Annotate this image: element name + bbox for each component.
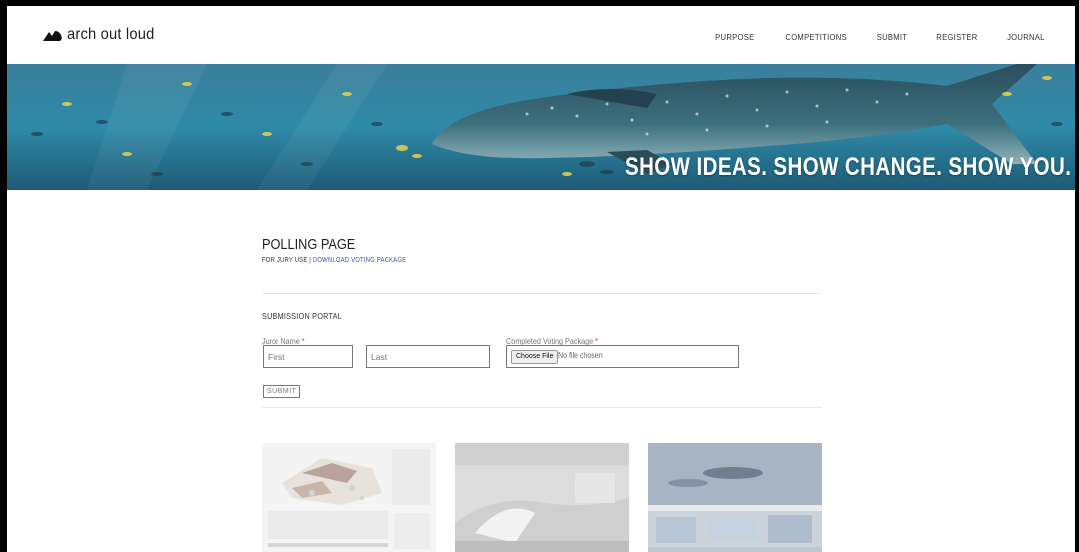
download-voting-package-link[interactable]: DOWNLOAD VOTING PACKAGE [313, 257, 406, 264]
file-upload-field[interactable]: Choose File No file chosen [506, 345, 739, 368]
first-name-input[interactable] [263, 345, 353, 368]
divider [262, 293, 822, 294]
page-title: POLLING PAGE [262, 236, 356, 253]
jury-use-label: FOR JURY USE [262, 257, 308, 264]
polling-content: POLLING PAGE FOR JURY USE | DOWNLOAD VOT… [262, 236, 822, 408]
nav-competitions[interactable]: COMPETITIONS [786, 32, 847, 42]
entry-thumbnail[interactable] [648, 443, 822, 552]
nav-submit[interactable]: SUBMIT [877, 32, 908, 42]
browser-viewport: arch out loud PURPOSE COMPETITIONS SUBMI… [7, 6, 1075, 552]
subtitle-separator: | [309, 257, 312, 264]
file-status-text: No file chosen [558, 351, 603, 360]
nav-purpose[interactable]: PURPOSE [716, 32, 755, 42]
last-name-input[interactable] [366, 345, 490, 368]
entry-thumbnail[interactable] [262, 443, 436, 552]
site-header: arch out loud PURPOSE COMPETITIONS SUBMI… [7, 6, 1075, 64]
page-subtitle: FOR JURY USE | DOWNLOAD VOTING PACKAGE [262, 257, 738, 264]
choose-file-button[interactable]: Choose File [511, 350, 559, 364]
board-preview-image [262, 443, 436, 552]
hero-banner: SHOW IDEAS. SHOW CHANGE. SHOW YOU. [7, 64, 1075, 190]
site-logo[interactable]: arch out loud [43, 26, 162, 44]
submit-button[interactable]: SUBMIT [263, 385, 301, 398]
board-preview-image [455, 443, 629, 552]
nav-register[interactable]: REGISTER [937, 32, 978, 42]
main-nav: PURPOSE COMPETITIONS SUBMIT REGISTER JOU… [713, 32, 1047, 42]
divider [262, 407, 822, 408]
hero-tagline: SHOW IDEAS. SHOW CHANGE. SHOW YOU. [624, 153, 1071, 181]
entry-thumbnail[interactable] [455, 443, 629, 552]
board-preview-image [648, 443, 822, 552]
mountain-logo-icon [43, 30, 62, 41]
section-title: SUBMISSION PORTAL [262, 311, 342, 321]
logo-text: arch out loud [67, 26, 155, 43]
nav-journal[interactable]: JOURNAL [1007, 32, 1045, 42]
